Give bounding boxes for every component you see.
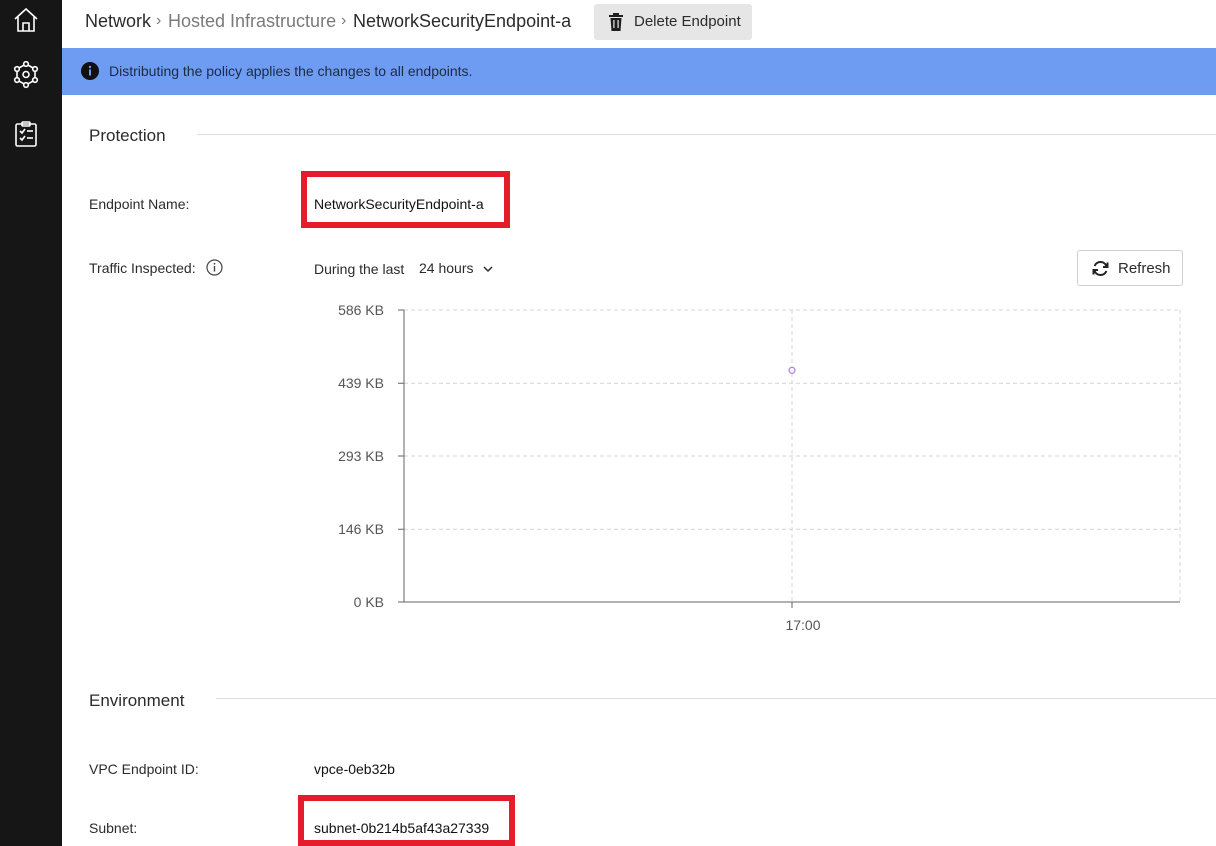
data-point — [788, 366, 796, 374]
endpoint-name-label: Endpoint Name: — [89, 196, 190, 212]
traffic-chart: 0 KB 146 KB 293 KB 439 KB 586 KB 17:00 — [338, 302, 1181, 633]
y-tick-label: 146 KB — [338, 521, 384, 537]
breadcrumb-separator: › — [156, 12, 162, 29]
top-bar: Network › Hosted Infrastructure › Networ… — [62, 0, 1216, 48]
section-divider — [197, 134, 1216, 135]
trash-icon — [609, 13, 623, 31]
breadcrumb-network[interactable]: Network — [85, 11, 151, 32]
y-tick-label: 0 KB — [354, 594, 384, 610]
breadcrumb-current: NetworkSecurityEndpoint-a — [353, 11, 572, 31]
refresh-button[interactable]: Refresh — [1077, 250, 1183, 286]
time-range-prefix: During the last — [314, 261, 405, 277]
time-range-dropdown[interactable]: 24 hours — [419, 260, 493, 276]
chevron-down-icon — [483, 266, 493, 273]
clipboard-checklist-icon[interactable] — [12, 120, 40, 148]
subnet-value: subnet-0b214b5af43a27339 — [314, 820, 490, 836]
banner-text: Distributing the policy applies the chan… — [109, 63, 473, 79]
breadcrumb-separator: › — [341, 12, 347, 29]
vpc-endpoint-id-value: vpce-0eb32b — [314, 761, 395, 777]
endpoint-name-value: NetworkSecurityEndpoint-a — [314, 196, 484, 212]
y-tick-label: 586 KB — [338, 302, 384, 318]
section-title-protection: Protection — [89, 126, 166, 145]
info-circle-icon[interactable] — [206, 259, 223, 276]
breadcrumb-hosted-infrastructure[interactable]: Hosted Infrastructure — [168, 11, 336, 32]
sidebar — [0, 0, 62, 846]
refresh-label: Refresh — [1118, 260, 1171, 277]
info-banner: Distributing the policy applies the chan… — [62, 48, 1216, 95]
section-divider — [216, 698, 1216, 699]
traffic-inspected-label: Traffic Inspected: — [89, 260, 196, 276]
refresh-icon — [1092, 261, 1109, 276]
delete-endpoint-label: Delete Endpoint — [634, 13, 741, 30]
section-title-environment: Environment — [89, 691, 185, 710]
home-icon[interactable] — [12, 6, 40, 34]
y-tick-label: 439 KB — [338, 375, 384, 391]
y-tick-label: 293 KB — [338, 448, 384, 464]
subnet-label: Subnet: — [89, 820, 138, 836]
info-icon — [81, 62, 99, 80]
x-tick-label: 17:00 — [785, 617, 820, 633]
network-nodes-icon[interactable] — [12, 61, 40, 89]
delete-endpoint-button[interactable]: Delete Endpoint — [594, 4, 752, 40]
time-range-value: 24 hours — [419, 260, 474, 276]
vpc-endpoint-id-label: VPC Endpoint ID: — [89, 761, 199, 777]
